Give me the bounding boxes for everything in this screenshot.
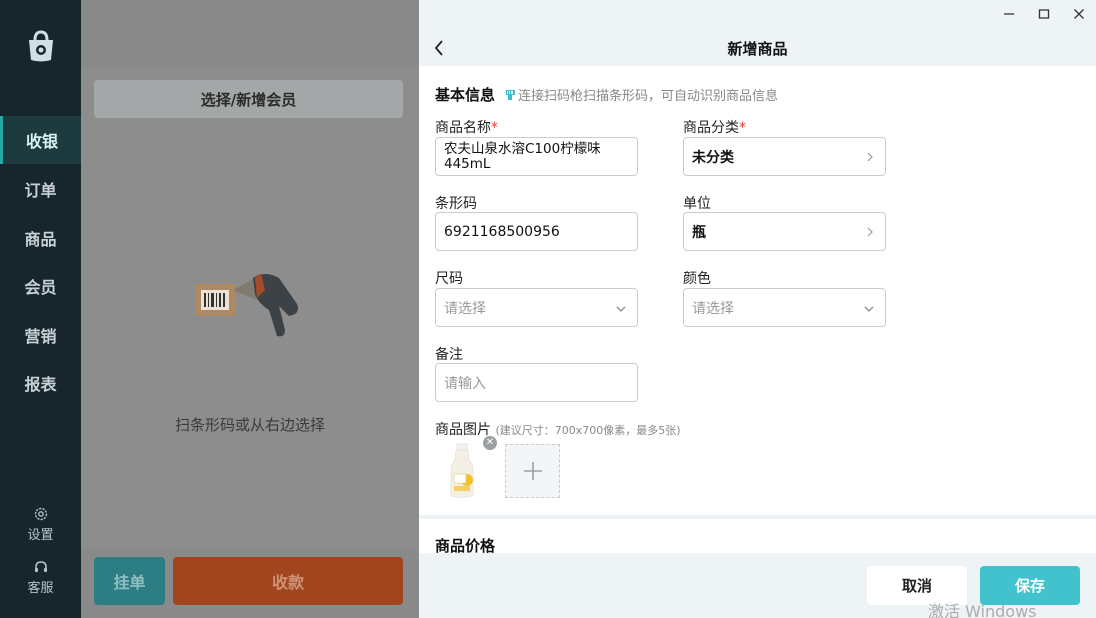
sidebar-item-marketing[interactable]: 营销	[0, 311, 81, 359]
scan-gun-hint: 连接扫码枪扫描条形码，可自动识别商品信息	[505, 85, 778, 104]
add-product-panel: 新增商品 基本信息 连接扫码枪扫描条形码，可自动识别商品信息 商品名称* 农夫山…	[419, 0, 1096, 618]
chevron-right-icon	[867, 152, 873, 162]
minimize-icon	[1003, 13, 1014, 15]
collect-payment-button[interactable]: 收款	[173, 557, 403, 605]
add-image-button[interactable]	[505, 444, 560, 498]
checkout-area: 选择/新增会员 扫条形码或从右边选择 挂单 收款	[81, 0, 419, 618]
chevron-down-icon	[864, 306, 874, 312]
close-icon	[1073, 9, 1084, 19]
page-title: 新增商品	[727, 40, 788, 58]
size-select[interactable]: 请选择	[435, 288, 638, 327]
window-controls	[991, 0, 1096, 28]
scan-hint-text: 扫条形码或从右边选择	[174, 416, 325, 434]
headset-icon	[34, 561, 47, 572]
image-size-hint: (建议尺寸：700x700像素，最多5张)	[495, 424, 681, 437]
app-logo-icon	[29, 30, 53, 62]
hold-order-button[interactable]: 挂单	[94, 557, 165, 605]
size-placeholder: 请选择	[444, 300, 486, 317]
color-label: 颜色	[683, 271, 711, 287]
product-name-label: 商品名称*	[435, 120, 498, 136]
minimize-button[interactable]	[991, 0, 1026, 28]
plus-icon	[523, 462, 542, 480]
sidebar-item-members[interactable]: 会员	[0, 262, 81, 310]
customer-service-button[interactable]: 客服	[0, 559, 81, 596]
category-select[interactable]: 未分类	[683, 137, 886, 176]
product-name-input[interactable]: 农夫山泉水溶C100柠檬味445mL	[435, 137, 638, 176]
sidebar-item-orders[interactable]: 订单	[0, 165, 81, 213]
chevron-right-icon	[867, 227, 873, 237]
product-image-label: 商品图片 (建议尺寸：700x700像素，最多5张)	[435, 422, 681, 438]
customer-service-label: 客服	[27, 581, 54, 596]
unit-label: 单位	[683, 196, 711, 212]
chevron-down-icon	[616, 306, 626, 312]
close-window-button[interactable]	[1061, 0, 1096, 28]
maximize-icon	[1038, 9, 1049, 19]
product-image-thumbnail[interactable]	[445, 442, 479, 500]
category-value: 未分类	[692, 149, 734, 166]
settings-button[interactable]: 设置	[0, 506, 81, 543]
windows-activation-watermark: 激活 Windows	[928, 602, 1037, 618]
note-input[interactable]: 请输入	[435, 363, 638, 402]
panel-header: 新增商品	[419, 30, 1096, 66]
settings-label: 设置	[27, 528, 54, 543]
color-placeholder: 请选择	[692, 300, 734, 317]
sidebar-item-reports[interactable]: 报表	[0, 359, 81, 407]
sidebar-item-checkout[interactable]: 收银	[0, 116, 81, 164]
barcode-input[interactable]: 6921168500956	[435, 212, 638, 251]
remove-image-button[interactable]: ✕	[483, 436, 497, 450]
category-label: 商品分类*	[683, 120, 746, 136]
gear-icon	[34, 507, 47, 521]
unit-value: 瓶	[692, 224, 706, 241]
note-label: 备注	[435, 347, 463, 363]
maximize-button[interactable]	[1026, 0, 1061, 28]
price-section: 商品价格	[419, 519, 1096, 555]
unit-select[interactable]: 瓶	[683, 212, 886, 251]
sidebar: 收银 订单 商品 会员 营销 报表 设置 客服	[0, 0, 81, 618]
color-select[interactable]: 请选择	[683, 288, 886, 327]
scan-gun-hint-text: 连接扫码枪扫描条形码，可自动识别商品信息	[518, 89, 779, 104]
scanner-small-icon	[506, 89, 515, 100]
select-member-button[interactable]: 选择/新增会员	[94, 80, 403, 118]
barcode-scanner-icon	[195, 274, 298, 337]
size-label: 尺码	[435, 271, 463, 287]
basic-info-title: 基本信息	[435, 86, 496, 104]
sidebar-item-products[interactable]: 商品	[0, 214, 81, 262]
barcode-label: 条形码	[435, 196, 477, 212]
basic-info-form: 基本信息 连接扫码枪扫描条形码，可自动识别商品信息 商品名称* 农夫山泉水溶C1…	[419, 66, 1096, 515]
